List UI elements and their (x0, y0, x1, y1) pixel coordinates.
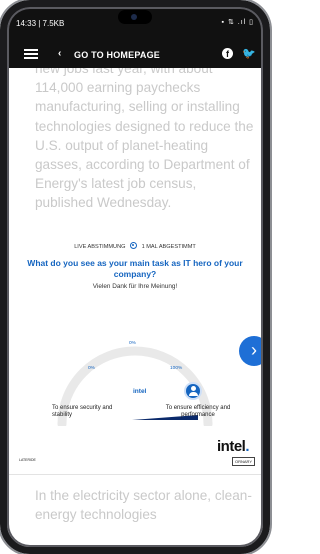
navigation-bar: ‹ GO TO HOMEPAGE f 🐦 (6, 42, 264, 68)
poll-question: What do you see as your main task as IT … (27, 258, 243, 279)
camera-notch (118, 10, 152, 24)
gauge-label-right: 100% (170, 366, 183, 371)
menu-icon[interactable] (24, 49, 38, 59)
live-vote-label: LIVE ABSTIMMUNG (74, 244, 126, 250)
phone-screen: 14:33 | 7.5KB ▪ ⇅ .ıl ▯ ‹ GO TO HOMEPAGE… (6, 6, 264, 548)
gauge-label-left: 0% (88, 366, 95, 371)
intel-logo: intel. (217, 438, 250, 455)
poll-status-toggle[interactable]: LIVE ABSTIMMUNG 1 MAL ABGESTIMMT (6, 242, 264, 250)
sponsor-logo-small: intel (133, 388, 147, 395)
status-icons: ▪ ⇅ .ıl ▯ (221, 19, 254, 26)
top-bar: 14:33 | 7.5KB ▪ ⇅ .ıl ▯ ‹ GO TO HOMEPAGE… (6, 6, 264, 68)
status-time: 14:33 | 7.5KB (16, 19, 65, 28)
user-avatar-icon (184, 382, 202, 400)
divider (6, 474, 264, 475)
facebook-icon[interactable]: f (222, 48, 233, 59)
gauge-label-top: 0% (129, 341, 136, 346)
radio-toggle-icon[interactable] (130, 242, 138, 249)
back-arrow-icon[interactable]: ‹ (58, 48, 61, 59)
go-to-homepage-link[interactable]: GO TO HOMEPAGE (74, 50, 160, 60)
brand-badge: ORNARY (232, 457, 256, 466)
next-arrow-icon[interactable]: › (239, 336, 264, 366)
poll-thanks: Vielen Dank für Ihre Meinung! (92, 283, 178, 290)
article-paragraph-continued: In the electricity sector alone, clean-e… (35, 488, 252, 523)
poll-option-efficiency[interactable]: To ensure efficiency and performance (161, 405, 235, 419)
twitter-icon[interactable]: 🐦 (242, 47, 256, 60)
article-paragraph: new jobs last year, with about 114,000 e… (35, 61, 254, 211)
poll-widget: LIVE ABSTIMMUNG 1 MAL ABGESTIMMT What do… (6, 238, 264, 448)
poll-option-security[interactable]: To ensure security and stability (52, 405, 132, 419)
voted-once-label: 1 MAL ABGESTIMMT (141, 244, 196, 250)
brand-left-text: LATERIDE (19, 458, 36, 462)
